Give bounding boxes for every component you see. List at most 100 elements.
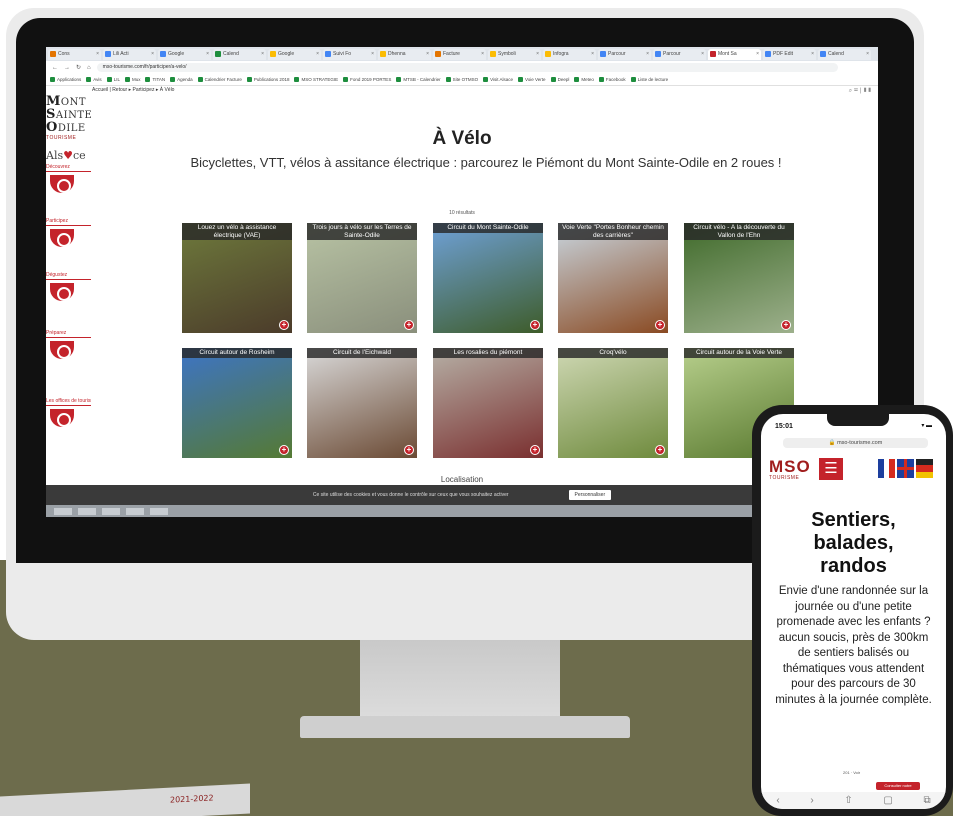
flag-uk-icon[interactable] bbox=[897, 459, 914, 478]
close-icon[interactable]: × bbox=[96, 51, 99, 57]
close-icon[interactable]: × bbox=[866, 51, 869, 57]
flag-de-icon[interactable] bbox=[916, 459, 933, 478]
breadcrumb[interactable]: Accueil | Retour ▸ Participez ▸ À Vélo bbox=[92, 87, 174, 93]
browser-tab[interactable]: Facture × bbox=[433, 48, 486, 60]
close-icon[interactable]: × bbox=[426, 51, 429, 57]
browser-tab[interactable]: PDF Edit × bbox=[763, 48, 816, 60]
address-bar[interactable]: mso-tourisme.com/fr/participer/a-velo/ bbox=[96, 63, 838, 72]
back-icon[interactable]: ← bbox=[52, 65, 58, 71]
card-title: Voie Verte "Portes Bonheur chemin des ca… bbox=[558, 223, 668, 240]
bookmark-icon bbox=[630, 77, 636, 82]
hamburger-menu-icon[interactable]: ☰ bbox=[819, 458, 843, 480]
bookmark-item[interactable]: Publications 2018 bbox=[246, 77, 289, 82]
taskbar-item[interactable] bbox=[126, 507, 144, 515]
browser-tab[interactable]: Cons × bbox=[48, 48, 101, 60]
bookmark-item[interactable]: Facebook bbox=[598, 77, 626, 82]
bookmark-item[interactable]: Liste de lecture bbox=[630, 77, 668, 82]
sidebar-item[interactable]: Découvrez bbox=[46, 164, 91, 193]
close-icon[interactable]: × bbox=[536, 51, 539, 57]
bookmark-item[interactable]: Mux bbox=[124, 77, 140, 82]
plus-icon[interactable]: + bbox=[404, 320, 414, 330]
bookmark-item[interactable]: Visit Alsace bbox=[483, 77, 513, 82]
close-icon[interactable]: × bbox=[811, 51, 814, 57]
sidebar-item[interactable]: Dégustez bbox=[46, 272, 91, 301]
taskbar-item[interactable] bbox=[102, 507, 120, 515]
close-icon[interactable]: × bbox=[206, 51, 209, 57]
plus-icon[interactable]: + bbox=[655, 320, 665, 330]
activity-card[interactable]: Circuit autour de Rosheim + bbox=[182, 348, 292, 458]
activity-card[interactable]: Circuit de l'Eichwald + bbox=[307, 348, 417, 458]
plus-icon[interactable]: + bbox=[279, 320, 289, 330]
bookmark-item[interactable]: Agenda bbox=[170, 77, 193, 82]
plus-icon[interactable]: + bbox=[530, 445, 540, 455]
browser-tab[interactable]: Google × bbox=[158, 48, 211, 60]
browser-tab[interactable]: Infogra × bbox=[543, 48, 596, 60]
plus-icon[interactable]: + bbox=[655, 445, 665, 455]
bookmark-item[interactable]: Fond 2019 PORTES bbox=[343, 77, 391, 82]
forward-icon[interactable]: → bbox=[64, 65, 70, 71]
header-icons[interactable]: ⌕ ✉ | ▮▮ bbox=[849, 88, 872, 95]
close-icon[interactable]: × bbox=[646, 51, 649, 57]
brochure-button[interactable]: Consulter notre brochure bbox=[876, 782, 920, 796]
flag-fr-icon[interactable] bbox=[878, 459, 896, 478]
activity-card[interactable]: Circuit vélo - A la découverte du Vallon… bbox=[684, 223, 794, 333]
close-icon[interactable]: × bbox=[261, 51, 264, 57]
taskbar-item[interactable] bbox=[78, 507, 96, 515]
browser-tab[interactable]: Calend × bbox=[818, 48, 871, 60]
home-icon[interactable]: ⌂ bbox=[87, 65, 91, 71]
taskbar-item[interactable] bbox=[150, 507, 168, 515]
activity-card[interactable]: Voie Verte "Portes Bonheur chemin des ca… bbox=[558, 223, 668, 333]
plus-icon[interactable]: + bbox=[404, 445, 414, 455]
browser-tab[interactable]: Symboli × bbox=[488, 48, 541, 60]
close-icon[interactable]: × bbox=[151, 51, 154, 57]
forward-icon[interactable]: › bbox=[810, 795, 813, 806]
bookmark-item[interactable]: MSO STRATEGIE bbox=[294, 77, 338, 82]
close-icon[interactable]: × bbox=[756, 51, 759, 57]
bookmark-item[interactable]: MTSB - Calendrier bbox=[396, 77, 441, 82]
browser-tab[interactable]: Parcour × bbox=[598, 48, 651, 60]
close-icon[interactable]: × bbox=[481, 51, 484, 57]
close-icon[interactable]: × bbox=[701, 51, 704, 57]
browser-tab[interactable]: Suivi Fo × bbox=[323, 48, 376, 60]
sidebar-item[interactable]: Préparez bbox=[46, 330, 91, 359]
bookmarks-icon[interactable]: ▢ bbox=[883, 795, 892, 806]
bookmark-item[interactable]: Site OTMSO bbox=[445, 77, 478, 82]
tabs-icon[interactable]: ⧉ bbox=[923, 795, 930, 806]
taskbar-item[interactable] bbox=[54, 507, 72, 515]
browser-tab[interactable]: Mont Sa × bbox=[708, 48, 761, 60]
share-icon[interactable]: ⇧ bbox=[844, 795, 852, 806]
close-icon[interactable]: × bbox=[591, 51, 594, 57]
tab-label: Suivi Fo bbox=[333, 51, 352, 57]
activity-card[interactable]: Les rosalies du piémont + bbox=[433, 348, 543, 458]
bookmark-item[interactable]: Meteo bbox=[574, 77, 594, 82]
bookmark-item[interactable]: Applications bbox=[50, 77, 81, 82]
activity-card[interactable]: Croq'vélo + bbox=[558, 348, 668, 458]
phone-logo[interactable]: MSO TOURISME bbox=[769, 458, 811, 481]
browser-tab[interactable]: Parcour × bbox=[653, 48, 706, 60]
phone-address-bar[interactable]: 🔒 mso-tourisme.com bbox=[783, 438, 928, 448]
plus-icon[interactable]: + bbox=[279, 445, 289, 455]
cookie-customize-button[interactable]: Personnaliser bbox=[568, 490, 612, 500]
bookmark-item[interactable]: Avis bbox=[86, 77, 102, 82]
bookmark-item[interactable]: Voie Verte bbox=[518, 77, 546, 82]
activity-card[interactable]: Trois jours à vélo sur les Terres de Sai… bbox=[307, 223, 417, 333]
browser-tab[interactable]: Lili Acti × bbox=[103, 48, 156, 60]
bookmark-item[interactable]: Deepl bbox=[550, 77, 569, 82]
bookmark-item[interactable]: TITAN bbox=[145, 77, 165, 82]
close-icon[interactable]: × bbox=[316, 51, 319, 57]
browser-tab[interactable]: Dhenna × bbox=[378, 48, 431, 60]
plus-icon[interactable]: + bbox=[781, 320, 791, 330]
bookmark-item[interactable]: LIL bbox=[106, 77, 120, 82]
browser-tab[interactable]: Calend × bbox=[213, 48, 266, 60]
browser-tab[interactable]: Google × bbox=[268, 48, 321, 60]
sidebar-item[interactable]: Participez bbox=[46, 218, 91, 247]
sidebar-item[interactable]: Les offices de tourisme bbox=[46, 398, 91, 427]
plus-icon[interactable]: + bbox=[530, 320, 540, 330]
back-icon[interactable]: ‹ bbox=[776, 795, 779, 806]
reload-icon[interactable]: ↻ bbox=[76, 64, 81, 71]
activity-card[interactable]: Louez un vélo à assistance électrique (V… bbox=[182, 223, 292, 333]
close-icon[interactable]: × bbox=[371, 51, 374, 57]
sidebar-item-label: Participez bbox=[46, 218, 91, 226]
bookmark-item[interactable]: Calendrier Facture bbox=[197, 77, 242, 82]
activity-card[interactable]: Circuit du Mont Sainte-Odile + bbox=[433, 223, 543, 333]
